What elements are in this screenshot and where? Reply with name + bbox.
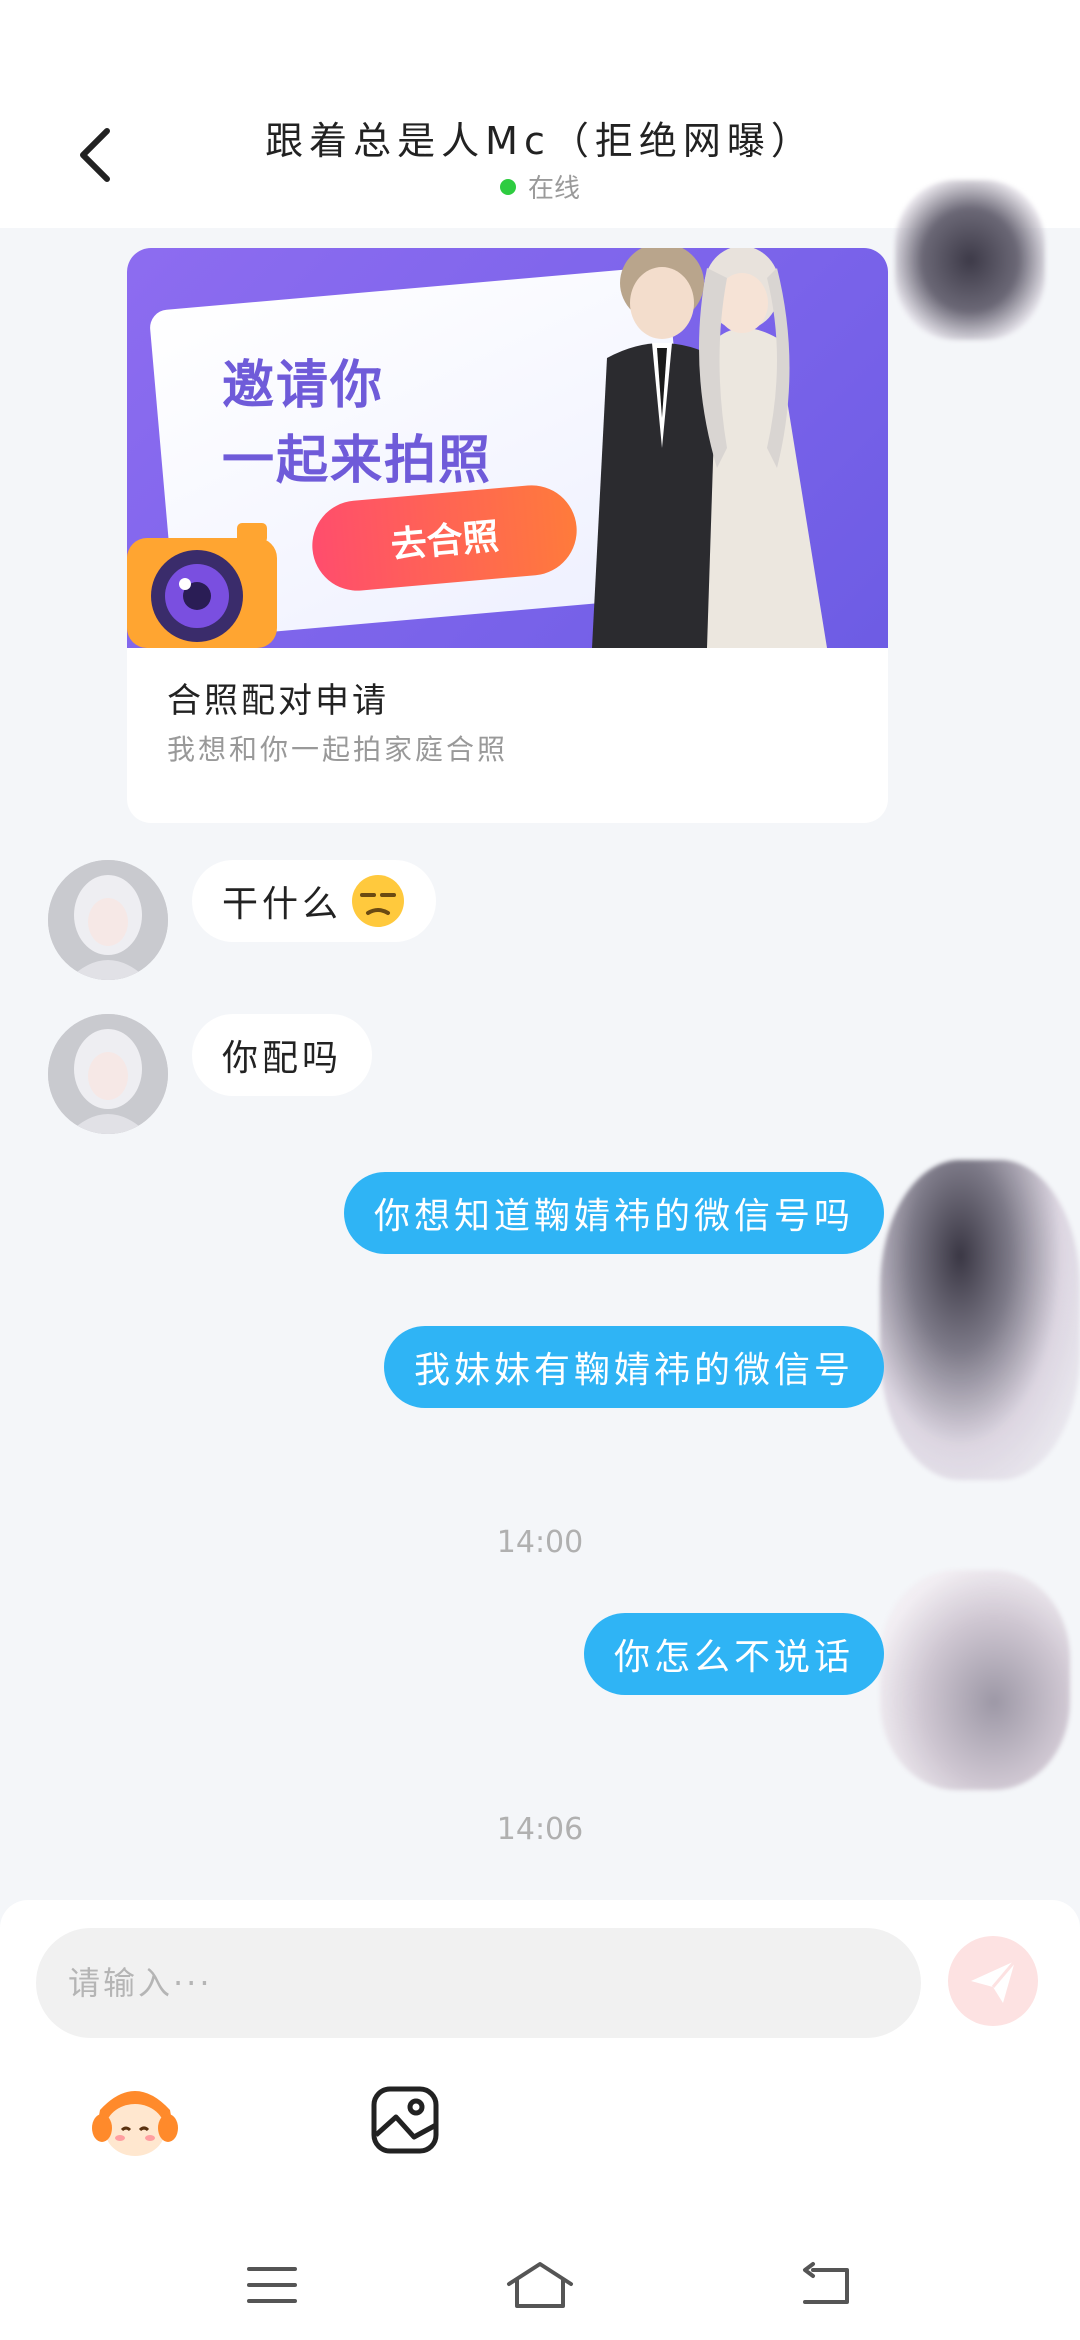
photo-invite-card[interactable]: 邀请你 一起来拍照 去合照 合照配对申请 我想和你一起拍家庭合照 xyxy=(127,248,888,823)
home-button[interactable] xyxy=(500,2250,580,2320)
banner-headline-2: 一起来拍照 xyxy=(222,431,493,491)
unamused-face-icon xyxy=(352,875,405,927)
image-icon xyxy=(371,2086,439,2154)
system-nav-bar xyxy=(0,2230,1080,2340)
avatar[interactable] xyxy=(48,1014,168,1134)
message-text: 干什么 xyxy=(222,884,343,925)
card-subtitle: 我想和你一起拍家庭合照 xyxy=(167,733,509,766)
online-dot xyxy=(499,178,516,195)
back-icon xyxy=(803,2262,849,2304)
camera-icon xyxy=(127,523,277,648)
message-bubble-incoming[interactable]: 干什么 xyxy=(192,860,437,942)
avatar-image xyxy=(48,1014,168,1134)
back-nav-button[interactable] xyxy=(785,2250,865,2320)
chat-title: 跟着总是人Mc（拒绝网曝） xyxy=(265,119,815,163)
online-status-label: 在线 xyxy=(527,174,580,204)
sticker-button[interactable] xyxy=(90,2075,180,2165)
message-text: 你怎么不说话 xyxy=(613,1637,854,1678)
message-bubble-outgoing[interactable]: 你怎么不说话 xyxy=(583,1613,884,1695)
couple-illustration xyxy=(592,248,827,648)
menu-button[interactable] xyxy=(232,2250,312,2320)
status-bar xyxy=(0,0,1080,80)
avatar[interactable] xyxy=(48,860,168,980)
timestamp: 14:00 xyxy=(496,1525,584,1560)
send-icon xyxy=(971,1960,1017,2003)
message-bubble-outgoing[interactable]: 你想知道鞠婧祎的微信号吗 xyxy=(343,1172,884,1254)
message-text: 你想知道鞠婧祎的微信号吗 xyxy=(373,1196,854,1237)
send-button[interactable] xyxy=(948,1936,1038,2026)
redaction-smudge xyxy=(880,1570,1070,1790)
invite-banner: 邀请你 一起来拍照 去合照 xyxy=(127,248,888,648)
message-bubble-incoming[interactable]: 你配吗 xyxy=(192,1014,373,1096)
redaction-smudge xyxy=(880,1160,1080,1480)
message-input[interactable] xyxy=(36,1928,921,2038)
image-button[interactable] xyxy=(360,2075,450,2165)
avatar-image xyxy=(48,860,168,980)
menu-icon xyxy=(247,2267,297,2303)
home-icon xyxy=(507,2262,573,2308)
message-text: 我妹妹有鞠婧祎的微信号 xyxy=(413,1350,854,1391)
sticker-icon xyxy=(92,2091,178,2156)
timestamp: 14:06 xyxy=(496,1812,584,1847)
banner-headline-1: 邀请你 xyxy=(222,356,385,416)
redaction-smudge xyxy=(895,180,1045,340)
message-text: 你配吗 xyxy=(222,1038,343,1079)
message-bubble-outgoing[interactable]: 我妹妹有鞠婧祎的微信号 xyxy=(383,1326,884,1408)
card-title: 合照配对申请 xyxy=(167,681,389,721)
